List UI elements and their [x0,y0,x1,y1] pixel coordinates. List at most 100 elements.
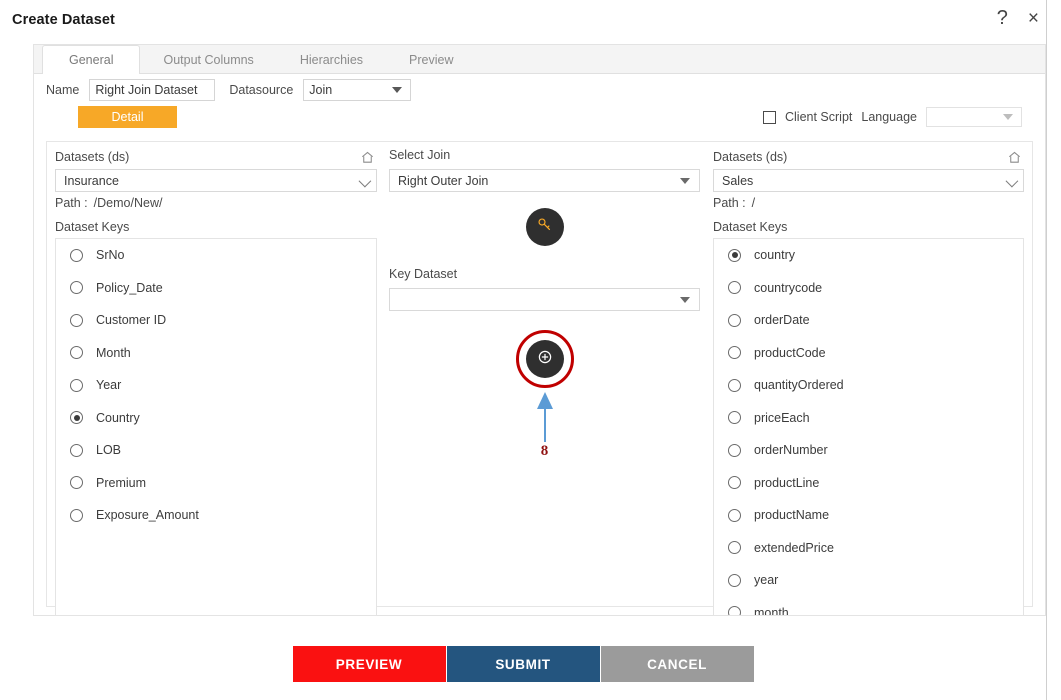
tab-output-columns[interactable]: Output Columns [140,45,276,73]
list-item[interactable]: country [714,239,1023,272]
list-item[interactable]: year [714,564,1023,597]
language-select[interactable] [926,107,1022,127]
radio-button[interactable] [728,476,741,490]
client-script-checkbox[interactable] [762,110,776,124]
list-item-label: month [754,605,789,616]
key-icon [536,216,553,238]
right-dataset-select[interactable]: Sales [713,169,1024,192]
radio-button[interactable] [70,443,83,457]
left-dataset-value: Insurance [64,173,119,188]
add-join-button[interactable] [525,340,564,378]
page-edge-rule [1046,0,1047,700]
right-path: Path : / [713,196,1024,210]
key-button-wrap [389,208,700,246]
radio-button[interactable] [728,541,741,555]
radio-button[interactable] [728,346,741,360]
left-path: Path : /Demo/New/ [55,196,377,210]
list-item[interactable]: extendedPrice [714,532,1023,565]
list-item-label: Customer ID [96,313,167,328]
add-join-wrap: 8 [389,330,700,459]
list-item[interactable]: orderDate [714,304,1023,337]
radio-button[interactable] [728,508,741,522]
list-item[interactable]: Month [56,337,376,370]
annotation-callout: 8 [525,390,565,460]
radio-button[interactable] [728,606,741,615]
list-item[interactable]: month [714,597,1023,616]
radio-button[interactable] [70,346,83,360]
list-item-label: productCode [754,345,826,360]
list-item[interactable]: Exposure_Amount [56,499,376,532]
radio-button[interactable] [728,378,741,392]
radio-button[interactable] [70,378,83,392]
list-item[interactable]: Year [56,369,376,402]
left-dataset-select[interactable]: Insurance [55,169,377,192]
list-item[interactable]: Country [56,402,376,435]
list-item-label: countrycode [754,280,823,295]
list-item-label: Premium [96,475,147,490]
chevron-down-icon [680,177,690,184]
radio-button[interactable] [70,281,83,295]
tab-general[interactable]: General [42,45,141,74]
chevron-down-icon [392,87,403,93]
radio-button[interactable] [728,281,741,295]
radio-button[interactable] [70,476,83,490]
list-item-label: Exposure_Amount [96,508,199,523]
key-dataset-dropdown[interactable] [389,288,700,311]
list-item[interactable]: Policy_Date [56,272,376,305]
list-item[interactable]: orderNumber [714,434,1023,467]
list-item[interactable]: quantityOrdered [714,369,1023,402]
list-item-label: Month [96,345,131,360]
list-item[interactable]: LOB [56,434,376,467]
annotation-highlight-ring [515,330,574,388]
radio-button[interactable] [70,508,83,522]
tab-hierarchies[interactable]: Hierarchies [277,45,386,73]
list-item[interactable]: countrycode [714,272,1023,305]
list-item-label: year [754,573,779,588]
list-item[interactable]: productLine [714,467,1023,500]
radio-button[interactable] [728,248,741,262]
select-join-dropdown[interactable]: Right Outer Join [389,169,700,192]
radio-button[interactable] [728,313,741,327]
right-keys-list[interactable]: country countrycode orderDate productCode qu… [713,238,1024,616]
select-join-value: Right Outer Join [398,173,489,188]
name-input[interactable] [89,79,216,101]
radio-button[interactable] [70,248,83,262]
close-icon[interactable]: × [1028,9,1039,28]
list-item-label: LOB [96,443,122,458]
chevron-down-icon [680,296,690,303]
tab-preview[interactable]: Preview [386,45,476,73]
key-icon-button[interactable] [525,208,564,246]
list-item-label: productLine [754,475,820,490]
list-item[interactable]: Customer ID [56,304,376,337]
radio-button[interactable] [728,573,741,587]
list-item[interactable]: priceEach [714,402,1023,435]
radio-button[interactable] [728,443,741,457]
preview-button[interactable]: PREVIEW [292,646,446,682]
detail-tab[interactable]: Detail [78,106,177,128]
chevron-down-icon [1003,114,1013,120]
list-item[interactable]: productCode [714,337,1023,370]
right-panel-header: Datasets (ds) [713,148,1024,166]
radio-button[interactable] [70,313,83,327]
list-item-label: SrNo [96,248,125,263]
cancel-button[interactable]: CANCEL [600,646,754,682]
datasource-label: Datasource [229,83,294,97]
plus-circle-icon [536,348,554,371]
radio-button[interactable] [70,411,83,425]
home-icon[interactable] [1007,150,1022,165]
radio-button[interactable] [728,411,741,425]
submit-button[interactable]: SUBMIT [446,646,600,682]
datasource-select[interactable]: Join [303,79,412,101]
list-item[interactable]: Premium [56,467,376,500]
list-item-label: Country [96,410,140,425]
name-label: Name [46,83,80,97]
dialog-footer: PREVIEW SUBMIT CANCEL [0,646,1046,682]
list-item[interactable]: SrNo [56,239,376,272]
select-join-label: Select Join [389,148,451,162]
left-keys-list[interactable]: SrNo Policy_Date Customer ID Month Year Count… [55,238,377,616]
client-script-group: Client Script Language [762,107,1022,127]
home-icon[interactable] [360,150,375,165]
help-icon[interactable]: ? [997,8,1008,28]
right-path-label: Path : [713,196,746,210]
list-item[interactable]: productName [714,499,1023,532]
